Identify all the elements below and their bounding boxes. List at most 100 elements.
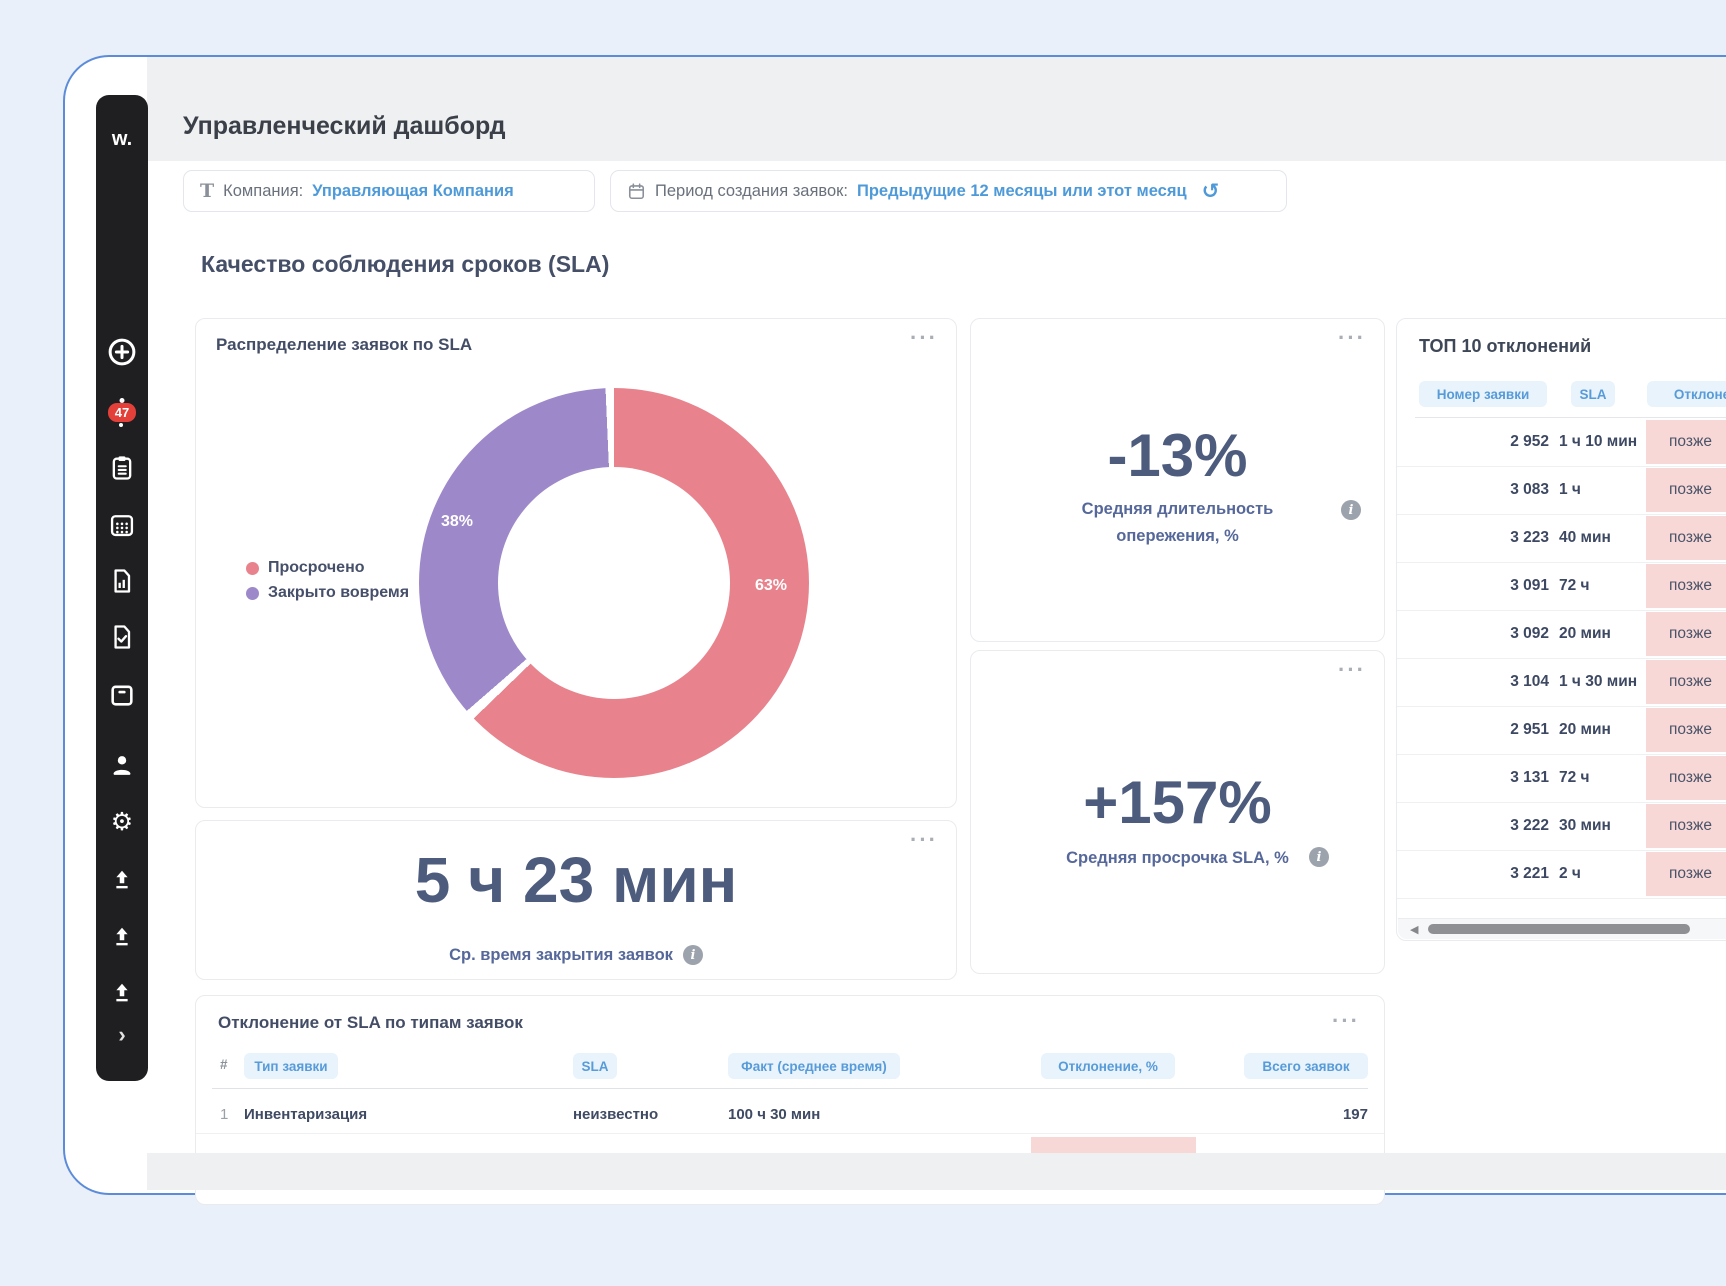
horizontal-scrollbar[interactable]: ◀ bbox=[1398, 918, 1726, 939]
scroll-left-arrow-icon[interactable]: ◀ bbox=[1410, 923, 1418, 936]
expand-sidebar-button[interactable]: › bbox=[106, 1019, 138, 1051]
upload-icon[interactable] bbox=[106, 921, 138, 953]
table-row: 3 104 1 ч 30 мин позже bbox=[1397, 658, 1726, 707]
period-filter[interactable]: Период создания заявок: Предыдущие 12 ме… bbox=[610, 170, 1287, 212]
upload-icon[interactable] bbox=[106, 864, 138, 896]
card-title: ТОП 10 отклонений bbox=[1419, 336, 1591, 357]
deviation-cell: позже bbox=[1646, 660, 1726, 704]
request-number: 3 131 bbox=[1397, 754, 1549, 802]
card-title: Распределение заявок по SLA bbox=[216, 335, 472, 355]
sla-distribution-card: Распределение заявок по SLA ··· 38% 63% … bbox=[195, 318, 957, 808]
sla-value: неизвестно bbox=[573, 1096, 658, 1133]
legend-label: Просрочено bbox=[268, 559, 365, 577]
avg-close-time-label: Ср. время закрытия заявок bbox=[449, 946, 673, 965]
notification-count-badge: 47 bbox=[108, 403, 136, 422]
card-menu-button[interactable]: ··· bbox=[910, 325, 938, 351]
request-number: 3 092 bbox=[1397, 610, 1549, 658]
column-header-sla[interactable]: SLA bbox=[573, 1053, 617, 1079]
deviation-cell: позже bbox=[1646, 420, 1726, 464]
settings-gear-icon[interactable]: ⚙ bbox=[106, 806, 138, 838]
column-header-sla[interactable]: SLA bbox=[1571, 381, 1615, 407]
column-header-total[interactable]: Всего заявок bbox=[1244, 1053, 1368, 1079]
deviation-value: позже bbox=[1669, 673, 1712, 690]
deviation-value: позже bbox=[1669, 721, 1712, 738]
lead-time-label-line2: опережения, % bbox=[971, 523, 1384, 550]
deviation-value: позже bbox=[1669, 433, 1712, 450]
sla-value: 30 мин bbox=[1559, 802, 1611, 850]
period-filter-value[interactable]: Предыдущие 12 месяцы или этот месяц bbox=[857, 182, 1187, 201]
document-check-icon[interactable] bbox=[106, 621, 138, 653]
clipboard-list-icon[interactable] bbox=[106, 452, 138, 484]
avg-close-time-value: 5 ч 23 мин bbox=[196, 845, 956, 915]
card-menu-button[interactable]: ··· bbox=[1338, 325, 1366, 351]
sla-value: 20 мин bbox=[1559, 706, 1611, 754]
avg-close-time-card: ··· 5 ч 23 мин Ср. время закрытия заявок… bbox=[195, 820, 957, 980]
table-row: 3 083 1 ч позже bbox=[1397, 466, 1726, 515]
deviation-value: позже bbox=[1669, 625, 1712, 642]
info-icon[interactable]: i bbox=[1341, 500, 1361, 520]
column-header-deviation[interactable]: Отклонение, % bbox=[1041, 1053, 1175, 1079]
request-type: Инвентаризация bbox=[244, 1096, 367, 1133]
sla-donut-chart[interactable] bbox=[419, 388, 809, 778]
total-value: 197 bbox=[1244, 1096, 1368, 1133]
table-row: 3 131 72 ч позже bbox=[1397, 754, 1726, 803]
deviation-value: позже bbox=[1669, 769, 1712, 786]
sla-value: 2 ч bbox=[1559, 850, 1581, 898]
report-chart-document-icon[interactable] bbox=[106, 565, 138, 597]
reset-filter-icon[interactable]: ↺ bbox=[1202, 179, 1220, 204]
company-filter-value[interactable]: Управляющая Компания bbox=[312, 182, 514, 201]
top10-deviations-card: ТОП 10 отклонений Номер заявки SLA Откло… bbox=[1396, 318, 1726, 941]
deviation-value: позже bbox=[1669, 817, 1712, 834]
card-menu-button[interactable]: ··· bbox=[1338, 657, 1366, 683]
app-logo: w. bbox=[96, 128, 148, 151]
request-number: 3 083 bbox=[1397, 466, 1549, 514]
expand-chevron-icon: › bbox=[118, 1024, 125, 1046]
sla-value: 40 мин bbox=[1559, 514, 1611, 562]
notifications-badge[interactable]: 47 bbox=[106, 396, 138, 428]
scrollbar-thumb[interactable] bbox=[1428, 924, 1690, 934]
card-menu-button[interactable]: ··· bbox=[1332, 1008, 1360, 1034]
table-row: 3 222 30 мин позже bbox=[1397, 802, 1726, 851]
info-icon[interactable]: i bbox=[1309, 847, 1329, 867]
table-row: 2 952 1 ч 10 мин позже bbox=[1397, 418, 1726, 467]
deviation-cell: позже bbox=[1646, 564, 1726, 608]
overdue-avg-value: +157% bbox=[971, 772, 1384, 834]
company-filter[interactable]: T Компания: Управляющая Компания bbox=[183, 170, 595, 212]
info-icon[interactable]: i bbox=[683, 945, 703, 965]
legend-label: Закрыто вовремя bbox=[268, 584, 409, 602]
column-header-index: # bbox=[220, 1057, 228, 1072]
page-title: Управленческий дашборд bbox=[183, 112, 506, 141]
legend-item-on-time[interactable]: Закрыто вовремя bbox=[246, 584, 409, 602]
request-number: 2 952 bbox=[1397, 418, 1549, 466]
user-icon[interactable] bbox=[106, 749, 138, 781]
deviation-value: позже bbox=[1669, 481, 1712, 498]
add-circle-icon[interactable] bbox=[106, 336, 138, 368]
text-filter-icon: T bbox=[200, 180, 214, 202]
deviation-cell: позже bbox=[1646, 804, 1726, 848]
request-number: 3 104 bbox=[1397, 658, 1549, 706]
table-row: 3 091 72 ч позже bbox=[1397, 562, 1726, 611]
column-header-request-number[interactable]: Номер заявки bbox=[1419, 381, 1547, 407]
fact-value: 100 ч 30 мин bbox=[728, 1096, 820, 1133]
section-title: Качество соблюдения сроков (SLA) bbox=[201, 251, 609, 278]
sla-value: 1 ч 30 мин bbox=[1559, 658, 1637, 706]
column-header-deviation[interactable]: Отклонение bbox=[1647, 381, 1726, 407]
request-number: 2 951 bbox=[1397, 706, 1549, 754]
sla-value: 1 ч bbox=[1559, 466, 1581, 514]
deviation-cell: позже bbox=[1646, 756, 1726, 800]
avg-close-time-label-row: Ср. время закрытия заявок i bbox=[196, 945, 956, 965]
calendar-grid-icon[interactable] bbox=[106, 509, 138, 541]
calendar-icon bbox=[627, 182, 646, 201]
row-divider bbox=[196, 1133, 1384, 1134]
deviation-cell: позже bbox=[1646, 708, 1726, 752]
archive-box-icon[interactable] bbox=[106, 679, 138, 711]
request-number: 3 222 bbox=[1397, 802, 1549, 850]
deviation-value: позже bbox=[1669, 865, 1712, 882]
sla-value: 20 мин bbox=[1559, 610, 1611, 658]
column-header-fact[interactable]: Факт (среднее время) bbox=[728, 1053, 900, 1079]
card-title: Отклонение от SLA по типам заявок bbox=[218, 1013, 523, 1033]
legend-item-overdue[interactable]: Просрочено bbox=[246, 559, 409, 577]
sidebar: w. 47 ⚙ › bbox=[96, 95, 148, 1081]
upload-icon[interactable] bbox=[106, 977, 138, 1009]
column-header-type[interactable]: Тип заявки bbox=[244, 1053, 338, 1079]
